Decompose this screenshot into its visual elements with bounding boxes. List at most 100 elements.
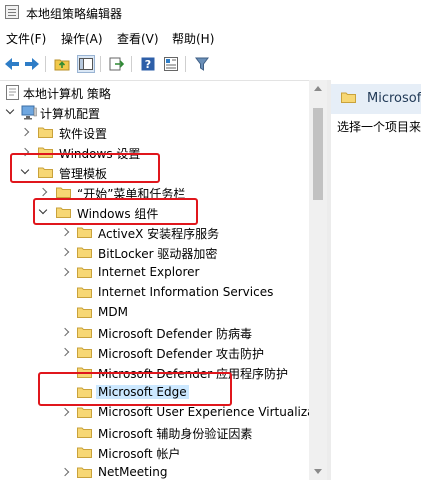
tree-label: Windows 组件 <box>77 207 159 221</box>
chevron-right-icon[interactable] <box>60 347 70 357</box>
chevron-right-icon[interactable] <box>60 467 70 477</box>
folder-icon <box>77 347 92 358</box>
folder-icon <box>77 407 92 418</box>
toolbar-separator <box>100 56 101 72</box>
tree-item-bitlocker[interactable]: BitLocker 驱动器加密 <box>0 243 309 263</box>
folder-icon <box>56 207 71 218</box>
svg-text:?: ? <box>145 58 151 71</box>
chevron-right-icon[interactable] <box>60 327 70 337</box>
tree-label: ActiveX 安装程序服务 <box>98 227 220 241</box>
tree-label: 管理模板 <box>59 167 108 181</box>
folder-icon <box>77 307 92 318</box>
tree-label: NetMeeting <box>98 465 168 479</box>
folder-icon <box>77 287 92 298</box>
tree-label: Windows 设置 <box>59 147 141 161</box>
properties-icon[interactable] <box>162 55 180 73</box>
tree-item-iis[interactable]: Internet Information Services <box>0 283 309 303</box>
folder-icon <box>77 447 92 458</box>
detail-pane: Microsoft Edge 选择一个项目来查看它的描述。 <box>331 80 421 480</box>
tree-item-defender-application-guard[interactable]: Microsoft Defender 应用程序防护 <box>0 363 309 383</box>
tree-label: “开始”菜单和任务栏 <box>77 187 186 201</box>
tree-item-windows-settings[interactable]: Windows 设置 <box>0 143 309 163</box>
chevron-down-icon[interactable] <box>5 105 15 115</box>
folder-icon <box>38 147 53 158</box>
tree-item-mdm[interactable]: MDM <box>0 303 309 323</box>
tree-label: 计算机配置 <box>40 107 101 121</box>
chevron-right-icon[interactable] <box>60 227 70 237</box>
tree-label: 本地计算机 策略 <box>23 87 111 101</box>
chevron-down-icon[interactable] <box>38 205 48 215</box>
toolbar-separator <box>45 56 46 72</box>
show-hide-tree-icon[interactable] <box>77 55 95 73</box>
tree-item-start-menu-taskbar[interactable]: “开始”菜单和任务栏 <box>0 183 309 203</box>
tree-label: Internet Explorer <box>98 265 200 279</box>
tree-item-defender-exploit-guard[interactable]: Microsoft Defender 攻击防护 <box>0 343 309 363</box>
title-bar: 本地组策略编辑器 <box>0 0 421 26</box>
tree-label: Microsoft 帐户 <box>98 447 181 461</box>
toolbar: ? <box>0 50 421 78</box>
folder-icon <box>77 427 92 438</box>
policy-document-icon <box>6 85 19 103</box>
tree-label: BitLocker 驱动器加密 <box>98 247 218 261</box>
tree-item-defender-antivirus[interactable]: Microsoft Defender 防病毒 <box>0 323 309 343</box>
tree-item-secondary-auth-factors[interactable]: Microsoft 辅助身份验证因素 <box>0 423 309 443</box>
tree-item-netmeeting[interactable]: NetMeeting <box>0 463 309 481</box>
tree-scrollbar[interactable] <box>309 80 327 480</box>
folder-icon <box>341 92 356 106</box>
chevron-right-icon[interactable] <box>60 247 70 257</box>
chevron-right-icon[interactable] <box>60 407 70 417</box>
chevron-right-icon[interactable] <box>20 127 30 137</box>
chevron-right-icon[interactable] <box>20 147 30 157</box>
menu-view[interactable]: 查看(V) <box>117 30 159 47</box>
tree-item-microsoft-account[interactable]: Microsoft 帐户 <box>0 443 309 463</box>
toolbar-separator <box>131 56 132 72</box>
window-title: 本地组策略编辑器 <box>26 7 123 21</box>
tree-item-admin-templates[interactable]: 管理模板 <box>0 163 309 183</box>
tree-label: Microsoft 辅助身份验证因素 <box>98 427 253 441</box>
tree-label: Internet Information Services <box>98 285 274 299</box>
tree-label: Microsoft Edge <box>96 385 189 399</box>
tree-item-root[interactable]: 本地计算机 策略 <box>0 83 309 103</box>
detail-description: 选择一个项目来查看它的描述。 <box>337 120 421 134</box>
tree-pane[interactable]: 本地计算机 策略 计算机配置 软件设置 Windows 设置 管理模板 “开始”… <box>0 80 309 481</box>
tree-label: MDM <box>98 305 128 319</box>
folder-icon <box>38 167 53 178</box>
forward-arrow-icon[interactable] <box>23 55 41 73</box>
menu-action[interactable]: 操作(A) <box>61 30 103 47</box>
chevron-right-icon[interactable] <box>60 267 70 277</box>
tree-item-activex[interactable]: ActiveX 安装程序服务 <box>0 223 309 243</box>
folder-icon <box>77 247 92 258</box>
help-icon[interactable]: ? <box>139 55 157 73</box>
tree-item-user-experience-virtualization[interactable]: Microsoft User Experience Virtualization <box>0 403 309 423</box>
tree-label: 软件设置 <box>59 127 108 141</box>
folder-icon <box>77 467 92 478</box>
folder-icon <box>77 387 92 398</box>
tree-label: Microsoft Defender 攻击防护 <box>98 347 265 361</box>
export-list-icon[interactable] <box>108 55 126 73</box>
folder-icon <box>77 367 92 378</box>
folder-icon <box>77 267 92 278</box>
tree-label: Microsoft User Experience Virtualization <box>98 405 309 419</box>
scroll-down-arrow-icon[interactable] <box>314 469 322 474</box>
toolbar-separator <box>185 56 186 72</box>
tree-item-computer-config[interactable]: 计算机配置 <box>0 103 309 123</box>
tree-item-internet-explorer[interactable]: Internet Explorer <box>0 263 309 283</box>
chevron-down-icon[interactable] <box>20 165 30 175</box>
scrollbar-thumb[interactable] <box>313 108 323 200</box>
menu-file[interactable]: 文件(F) <box>6 30 46 47</box>
tree-item-microsoft-edge[interactable]: Microsoft Edge <box>0 383 309 403</box>
menu-help[interactable]: 帮助(H) <box>172 30 214 47</box>
computer-icon <box>21 105 37 123</box>
tree-item-software-settings[interactable]: 软件设置 <box>0 123 309 143</box>
chevron-right-icon[interactable] <box>38 187 48 197</box>
filter-icon[interactable] <box>193 55 211 73</box>
tree-label: Microsoft Defender 应用程序防护 <box>98 367 289 381</box>
folder-icon <box>56 187 71 198</box>
tree-item-windows-components[interactable]: Windows 组件 <box>0 203 309 223</box>
folder-icon <box>77 327 92 338</box>
back-arrow-icon[interactable] <box>3 55 21 73</box>
up-folder-icon[interactable] <box>53 55 71 73</box>
folder-icon <box>38 127 53 138</box>
scroll-up-arrow-icon[interactable] <box>314 86 322 91</box>
folder-icon <box>77 227 92 238</box>
